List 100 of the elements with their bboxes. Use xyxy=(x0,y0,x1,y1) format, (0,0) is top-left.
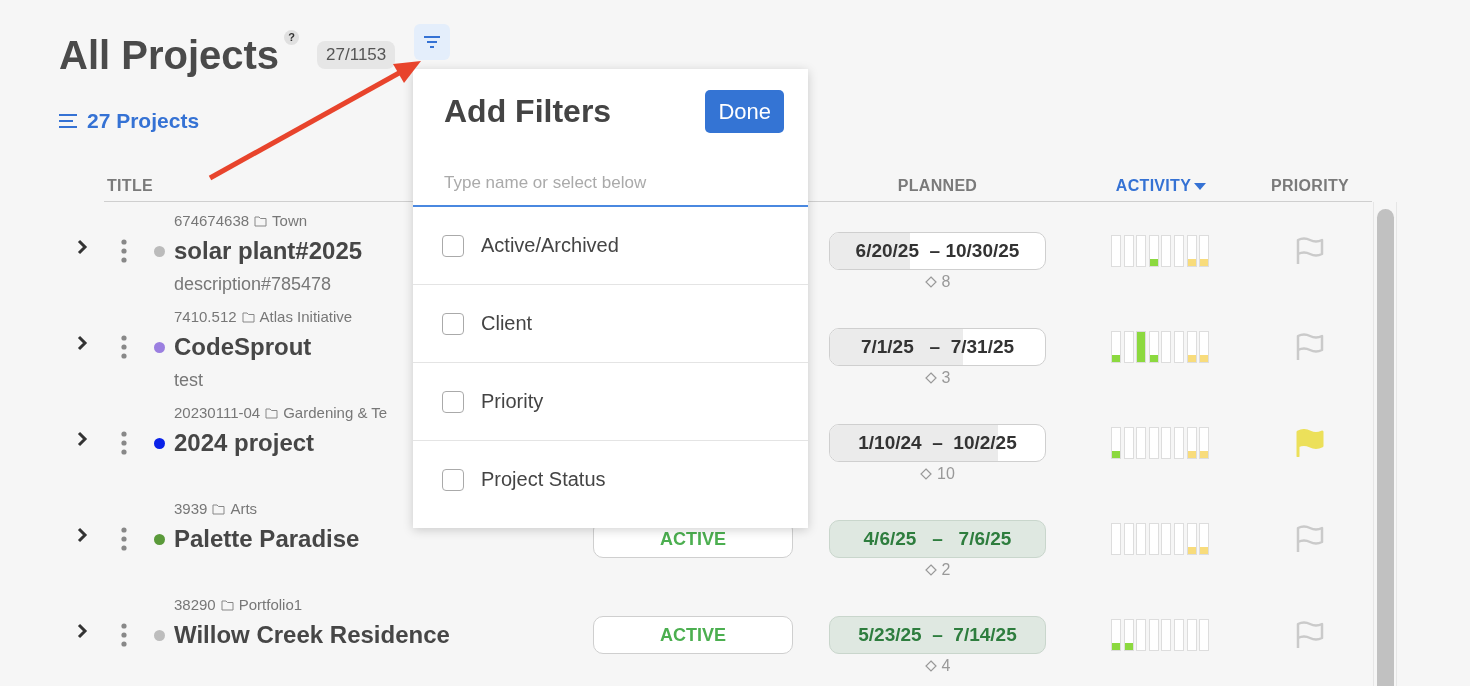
activity-bar xyxy=(1161,331,1172,363)
activity-bar xyxy=(1186,619,1197,651)
activity-bar xyxy=(1199,331,1210,363)
checkbox[interactable] xyxy=(442,234,464,257)
project-title[interactable]: CodeSprout xyxy=(174,327,312,367)
activity-bar xyxy=(1199,427,1210,459)
activity-bar xyxy=(1173,427,1184,459)
project-number: 3939 xyxy=(174,499,208,519)
activity-bar xyxy=(1123,523,1134,555)
more-options-icon[interactable] xyxy=(121,335,127,359)
milestone-count: 2 xyxy=(941,560,951,580)
count-badge: 27/1153 xyxy=(317,41,396,69)
column-header[interactable]: TITLE xyxy=(104,176,153,196)
activity-bar xyxy=(1199,235,1210,267)
activity-bar xyxy=(1136,235,1147,267)
activity-bar xyxy=(1173,523,1184,555)
folder-name: Town xyxy=(272,211,308,231)
diamond-icon xyxy=(920,468,933,480)
activity-bar xyxy=(1173,235,1184,267)
activity-bar xyxy=(1148,523,1159,555)
milestone-count: 4 xyxy=(941,656,951,676)
project-title[interactable]: 2024 project xyxy=(174,423,315,463)
activity-bar xyxy=(1111,235,1121,267)
filter-option-label[interactable]: Priority xyxy=(481,390,544,413)
done-button[interactable]: Done xyxy=(705,90,784,133)
planned-dates-pill[interactable]: 1/10/24 – 10/2/25 xyxy=(829,424,1046,462)
page-title: All Projects xyxy=(59,32,280,79)
popover-title: Add Filters xyxy=(444,93,612,130)
activity-bar xyxy=(1161,427,1172,459)
activity-bar xyxy=(1136,619,1147,651)
more-options-icon[interactable] xyxy=(121,623,127,647)
filter-option-label[interactable]: Project Status xyxy=(481,468,606,491)
checkbox[interactable] xyxy=(442,468,464,491)
project-number: 20230111-04 xyxy=(174,403,261,423)
folder-icon xyxy=(265,407,279,419)
activity-bar xyxy=(1173,619,1184,651)
diamond-icon xyxy=(924,372,937,384)
project-title[interactable]: solar plant#2025 xyxy=(174,231,363,271)
activity-bar xyxy=(1186,331,1197,363)
milestone-count: 10 xyxy=(937,464,955,484)
activity-bar xyxy=(1148,331,1159,363)
project-title[interactable]: Palette Paradise xyxy=(174,519,360,559)
diamond-icon xyxy=(924,276,937,288)
activity-bar xyxy=(1136,331,1147,363)
project-number: 674674638 xyxy=(174,211,250,231)
milestone-count: 3 xyxy=(941,368,951,388)
checkbox[interactable] xyxy=(442,390,464,413)
expand-chevron-icon[interactable] xyxy=(76,527,88,543)
activity-bar xyxy=(1161,523,1172,555)
activity-bar xyxy=(1136,427,1147,459)
filter-search-field[interactable]: Type name or select below xyxy=(413,160,808,207)
planned-dates-pill[interactable]: 6/20/25 – 10/30/25 xyxy=(829,232,1046,270)
activity-bar xyxy=(1111,523,1121,555)
folder-icon xyxy=(212,503,226,515)
checkbox[interactable] xyxy=(442,312,464,335)
planned-dates-pill[interactable]: 7/1/25 – 7/31/25 xyxy=(829,328,1046,366)
activity-bar xyxy=(1199,619,1210,651)
help-icon[interactable]: ? xyxy=(284,30,300,45)
planned-dates-pill[interactable]: 5/23/25 – 7/14/25 xyxy=(829,616,1046,654)
project-title[interactable]: Willow Creek Residence xyxy=(174,615,450,655)
column-header[interactable]: PLANNED xyxy=(897,176,978,196)
activity-bar xyxy=(1111,427,1121,459)
filter-option-label[interactable]: Active/Archived xyxy=(481,234,619,257)
column-header[interactable]: ACTIVITY xyxy=(1115,176,1207,196)
project-description: test xyxy=(174,369,204,392)
activity-bar xyxy=(1173,331,1184,363)
activity-bar xyxy=(1148,619,1159,651)
more-options-icon[interactable] xyxy=(121,431,127,455)
activity-bar xyxy=(1123,331,1134,363)
folder-name: Gardening & Te xyxy=(283,403,388,423)
diamond-icon xyxy=(924,564,937,576)
milestone-count: 8 xyxy=(941,272,951,292)
planned-dates-pill[interactable]: 4/6/25 – 7/6/25 xyxy=(829,520,1046,558)
filter-option-label[interactable]: Client xyxy=(481,312,533,335)
activity-bar xyxy=(1123,427,1134,459)
expand-chevron-icon[interactable] xyxy=(76,623,88,639)
sort-descending-icon xyxy=(1194,182,1207,190)
more-options-icon[interactable] xyxy=(121,239,127,263)
activity-bar xyxy=(1186,235,1197,267)
expand-chevron-icon[interactable] xyxy=(76,335,88,351)
expand-chevron-icon[interactable] xyxy=(76,431,88,447)
folder-name: Arts xyxy=(230,499,258,519)
filter-button[interactable] xyxy=(414,24,451,60)
activity-bar xyxy=(1136,523,1147,555)
folder-icon xyxy=(254,215,268,227)
expand-chevron-icon[interactable] xyxy=(76,239,88,255)
activity-bar xyxy=(1148,235,1159,267)
activity-bar xyxy=(1186,427,1197,459)
projects-list-link[interactable]: 27 Projects xyxy=(59,107,200,135)
folder-name: Atlas Initiative xyxy=(259,307,353,327)
project-number: 7410.512 xyxy=(174,307,237,327)
activity-bar xyxy=(1111,331,1121,363)
more-options-icon[interactable] xyxy=(121,527,127,551)
folder-name: Portfolio1 xyxy=(238,595,303,615)
activity-bar xyxy=(1111,619,1121,651)
activity-bar xyxy=(1123,619,1134,651)
project-number: 38290 xyxy=(174,595,216,615)
folder-icon xyxy=(220,599,234,611)
column-header[interactable]: PRIORITY xyxy=(1271,176,1349,196)
scrollbar-thumb[interactable] xyxy=(1376,209,1394,686)
